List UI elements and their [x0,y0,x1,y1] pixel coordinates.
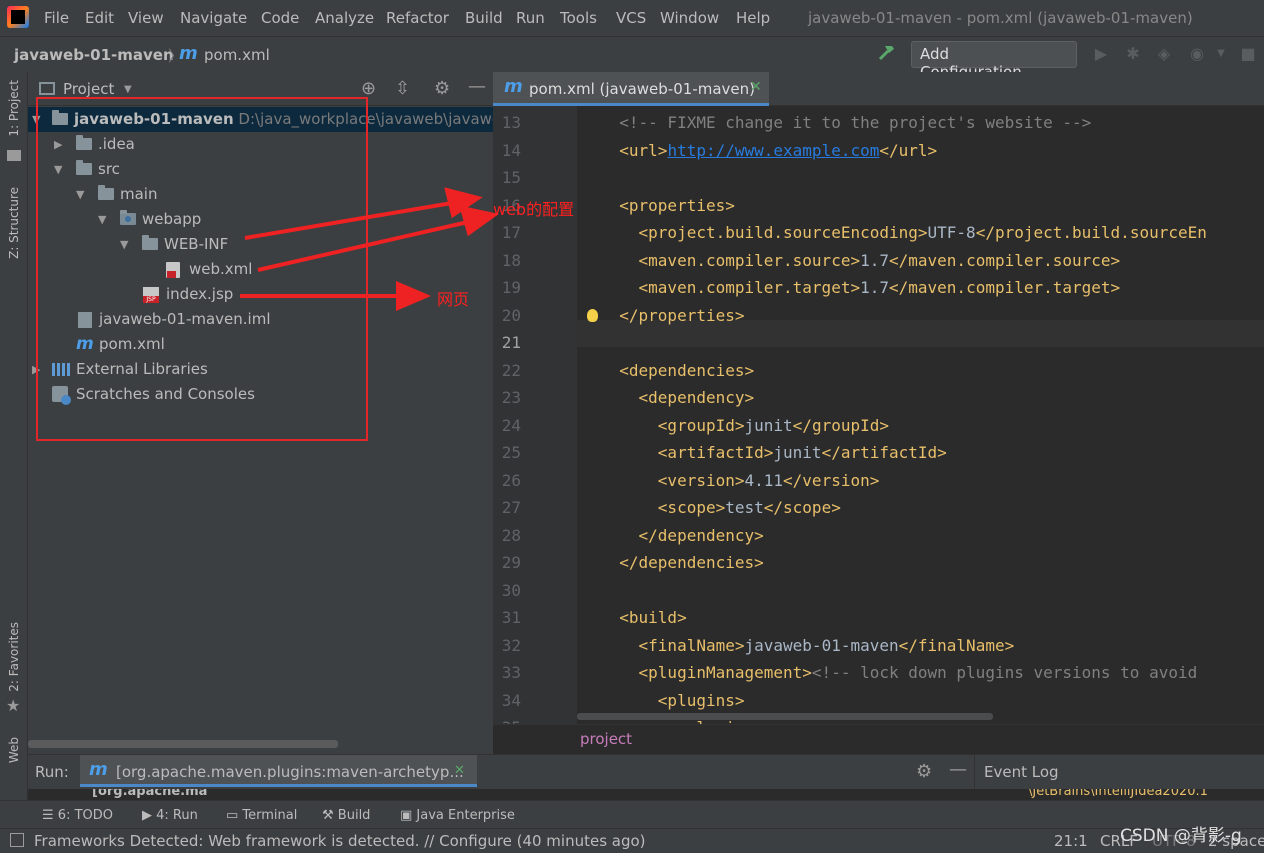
tool-build[interactable]: ⚒ Build [322,808,370,823]
tool-windows-icon[interactable] [10,833,24,847]
tool-label: 6: TODO [57,808,113,823]
bottom-tool-bar: ☰ 6: TODO ▶ 4: Run ▭ Terminal ⚒ Build ▣ … [0,800,1264,828]
close-tab-icon[interactable]: ✕ [454,763,465,778]
annotation-arrows [240,187,499,312]
run-tool-window: Run: m [org.apache.maven.plugins:maven-a… [28,754,1264,801]
tool-label: 4: Run [156,808,198,823]
status-bar: Frameworks Detected: Web framework is de… [0,826,1264,853]
annotation-web-config: web的配置 [493,200,575,219]
tool-label: Terminal [242,808,298,823]
tool-run[interactable]: ▶ 4: Run [142,808,198,823]
event-log-line: \JetBrains\IntelliJIdea2020.1 [1028,789,1208,799]
hide-panel-icon[interactable]: — [949,759,967,780]
run-label: Run: [35,763,69,781]
console-line: [org.apache.ma [92,789,208,799]
status-message[interactable]: Frameworks Detected: Web framework is de… [34,832,646,850]
run-tab-label: [org.apache.maven.plugins:maven-archetyp… [116,763,464,781]
gear-icon[interactable]: ⚙ [916,761,932,782]
caret-position[interactable]: 21:1 [1054,832,1088,850]
run-tab[interactable]: m [org.apache.maven.plugins:maven-archet… [80,755,477,787]
csdn-watermark: CSDN @背影-g [1120,826,1242,846]
tool-label: Build [337,808,371,823]
event-log-title[interactable]: Event Log [984,763,1059,781]
tool-java-enterprise[interactable]: ▣ Java Enterprise [400,808,515,823]
tool-label: Java Enterprise [416,808,515,823]
annotation-webpage: 网页 [437,290,470,309]
tool-terminal[interactable]: ▭ Terminal [226,808,297,823]
maven-icon: m [89,759,108,780]
tool-todo[interactable]: ☰ 6: TODO [42,808,113,823]
